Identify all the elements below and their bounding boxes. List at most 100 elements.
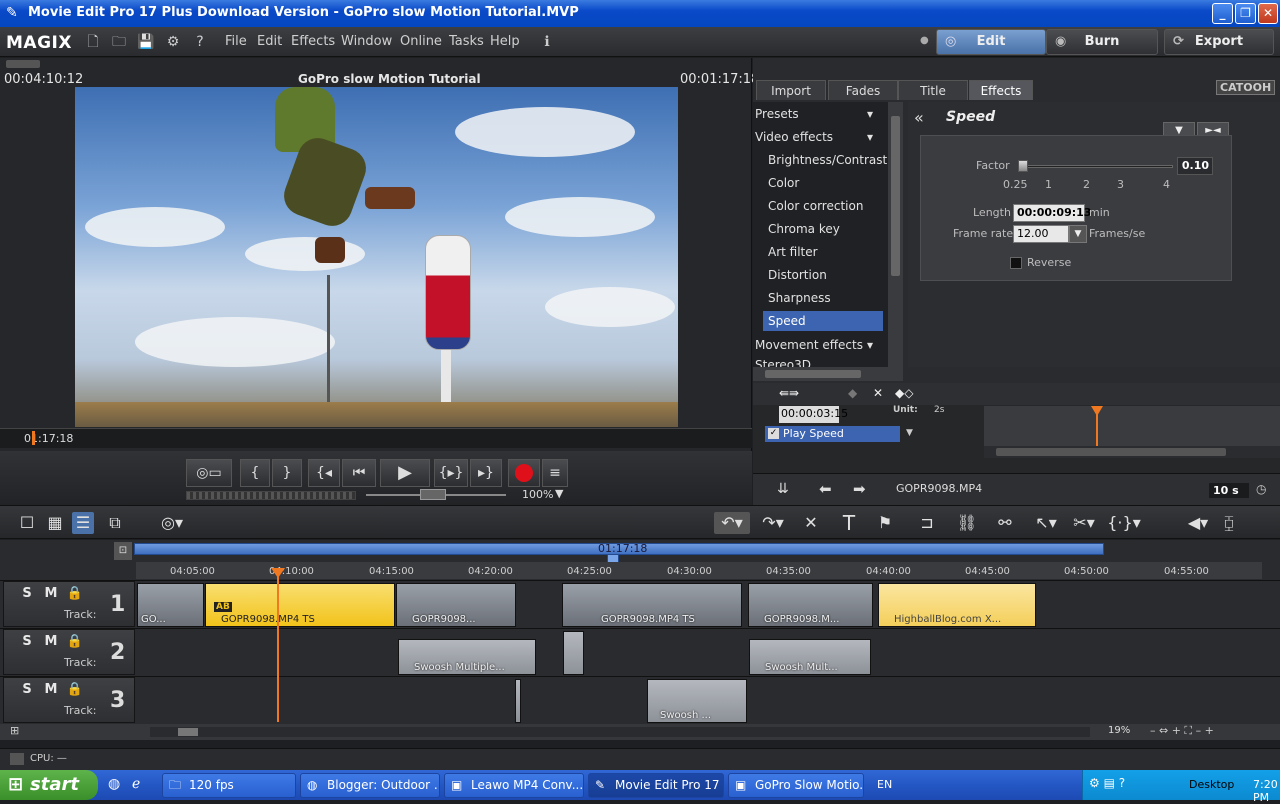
storyboard-mode-icon[interactable]: ☐ bbox=[16, 512, 38, 534]
task-120fps[interactable]: 🗀 120 fps bbox=[162, 773, 296, 798]
timeline-mode-icon[interactable]: ☰ bbox=[72, 512, 94, 534]
add-track-icon[interactable]: ⊞ bbox=[10, 724, 19, 737]
language-indicator[interactable]: EN bbox=[877, 778, 892, 791]
play-range-button[interactable]: {▸} bbox=[434, 459, 468, 487]
task-gopro-tutorial[interactable]: ▣ GoPro Slow Motio... bbox=[728, 773, 864, 798]
play-speed-checkbox[interactable]: ✓ bbox=[768, 428, 779, 439]
mute-button[interactable]: M bbox=[42, 586, 60, 602]
add-keyframe-icon[interactable]: ◆◇ bbox=[895, 386, 913, 400]
range-tool-icon[interactable]: {·}▾ bbox=[1104, 512, 1144, 534]
cursor-tool-icon[interactable]: ↖▾ bbox=[1030, 512, 1062, 534]
menu-file[interactable]: File bbox=[225, 34, 247, 49]
lock-icon[interactable]: 🔒 bbox=[66, 682, 84, 698]
fx-chroma-key[interactable]: Chroma key bbox=[768, 219, 898, 239]
effects-list-hscrollbar[interactable] bbox=[753, 367, 903, 381]
ie-icon[interactable]: ℯ bbox=[132, 776, 140, 792]
framerate-dropdown-icon[interactable]: ▼ bbox=[1069, 225, 1087, 243]
prev-marker-button[interactable]: {◂ bbox=[308, 459, 340, 487]
keyframe-scrollbar[interactable] bbox=[984, 446, 1280, 458]
scene-overview-icon[interactable]: ▦ bbox=[44, 512, 66, 534]
restore-button[interactable]: ❐ bbox=[1235, 3, 1256, 24]
burn-mode-button[interactable]: ◉ Burn bbox=[1046, 29, 1158, 55]
audio-clip[interactable] bbox=[563, 631, 584, 675]
length-field[interactable]: 00:00:09:13 bbox=[1013, 204, 1091, 222]
timeline-playhead[interactable] bbox=[277, 570, 279, 722]
zoom-dropdown-icon[interactable]: ▼ bbox=[555, 487, 563, 500]
multicam-mode-icon[interactable]: ⧉ bbox=[104, 512, 126, 534]
fx-color[interactable]: Color bbox=[768, 173, 898, 193]
chrome-icon[interactable]: ◍ bbox=[108, 776, 120, 792]
keyframe-diamond-icon[interactable]: ◆ bbox=[848, 386, 857, 400]
lock-icon[interactable]: 🔒 bbox=[66, 634, 84, 650]
monitor-mode-icon[interactable] bbox=[6, 60, 40, 68]
video-effects-item[interactable]: Video effects ▾ bbox=[753, 127, 883, 147]
desktop-toolbar[interactable]: Desktop bbox=[1189, 778, 1234, 791]
back-icon[interactable]: « bbox=[914, 108, 924, 127]
keyframe-playhead-marker[interactable] bbox=[1091, 406, 1103, 416]
tab-effects[interactable]: Effects bbox=[969, 80, 1033, 100]
duration-field[interactable]: 10 s bbox=[1209, 483, 1249, 498]
record-button[interactable] bbox=[508, 459, 540, 487]
nav-forward-icon[interactable]: ➡ bbox=[853, 480, 866, 498]
lock-range-icon[interactable]: ⊡ bbox=[114, 542, 132, 560]
fx-distortion[interactable]: Distortion bbox=[768, 265, 898, 285]
open-folder-icon[interactable]: 🗀 bbox=[110, 33, 128, 51]
next-marker-button[interactable]: ▸} bbox=[470, 459, 502, 487]
close-button[interactable]: ✕ bbox=[1258, 3, 1278, 24]
split-icon[interactable]: ⊐ bbox=[916, 512, 938, 534]
effects-list-scrollbar[interactable] bbox=[888, 102, 903, 367]
video-clip-selected[interactable]: AB GOPR9098.MP4 TS bbox=[205, 583, 395, 627]
prev-keyframe-icon[interactable]: ⇚⇛ bbox=[779, 386, 799, 400]
fx-color-correction[interactable]: Color correction bbox=[768, 196, 898, 216]
delete-icon[interactable]: ✕ bbox=[800, 512, 822, 534]
audio-clip[interactable]: Swoosh Multiple... bbox=[398, 639, 536, 675]
movement-effects-item[interactable]: Movement effects ▾ bbox=[753, 335, 883, 355]
keyframe-graph[interactable] bbox=[984, 406, 1280, 448]
clock-icon[interactable]: ◷ bbox=[1256, 482, 1266, 496]
solo-button[interactable]: S bbox=[18, 586, 36, 602]
export-mode-button[interactable]: ⟳ Export bbox=[1164, 29, 1274, 55]
timeline-hscrollbar[interactable] bbox=[150, 727, 1090, 737]
menu-tasks[interactable]: Tasks bbox=[449, 34, 484, 49]
playhead-marker[interactable] bbox=[271, 568, 285, 578]
catooh-logo[interactable]: CATOOH bbox=[1216, 80, 1276, 95]
play-button[interactable]: ▶ bbox=[380, 459, 430, 487]
framerate-field[interactable]: 12.00 bbox=[1013, 225, 1069, 243]
menu-edit[interactable]: Edit bbox=[257, 34, 282, 49]
mixer-icon[interactable]: ⧮ bbox=[1218, 512, 1240, 534]
undo-icon[interactable]: ↶▾ bbox=[714, 512, 750, 534]
minimize-button[interactable]: _ bbox=[1212, 3, 1233, 24]
info-icon[interactable]: ℹ bbox=[538, 33, 556, 51]
mute-button[interactable]: M bbox=[42, 682, 60, 698]
title-clip[interactable]: HighballBlog.com X... bbox=[878, 583, 1036, 627]
video-clip[interactable]: GO... bbox=[137, 583, 204, 627]
jog-shuttle[interactable] bbox=[186, 491, 356, 500]
solo-button[interactable]: S bbox=[18, 634, 36, 650]
solo-button[interactable]: S bbox=[18, 682, 36, 698]
monitor-toggle-button[interactable]: ◎▭ bbox=[186, 459, 232, 487]
param-dropdown-icon[interactable]: ▼ bbox=[906, 428, 913, 438]
menu-online[interactable]: Online bbox=[400, 34, 442, 49]
audio-clip[interactable] bbox=[515, 679, 521, 723]
preview-scrubber[interactable]: 01:17:18 bbox=[0, 428, 752, 448]
save-icon[interactable]: 💾 bbox=[137, 33, 155, 51]
task-movie-edit-pro[interactable]: ✎ Movie Edit Pro 17 ... bbox=[588, 773, 724, 798]
delete-keyframe-icon[interactable]: ✕ bbox=[873, 386, 883, 400]
new-file-icon[interactable]: 🗋 bbox=[84, 33, 102, 51]
task-blogger[interactable]: ◍ Blogger: Outdoor ... bbox=[300, 773, 440, 798]
zoom-controls-icon[interactable]: – ⇔ + ⛶ – + bbox=[1150, 724, 1214, 738]
menu-effects[interactable]: Effects bbox=[291, 34, 335, 49]
nav-back-icon[interactable]: ⬅ bbox=[819, 480, 832, 498]
zoom-slider-handle[interactable] bbox=[420, 489, 446, 500]
keyframe-time-field[interactable]: 00:00:03:15 bbox=[779, 406, 848, 423]
factor-slider-handle[interactable] bbox=[1018, 160, 1028, 172]
presets-item[interactable]: Presets ▾ bbox=[753, 104, 883, 124]
video-clip[interactable]: GOPR9098... bbox=[396, 583, 516, 627]
fx-speed[interactable]: Speed bbox=[763, 311, 883, 331]
lock-icon[interactable]: 🔒 bbox=[66, 586, 84, 602]
audio-clip[interactable]: Swoosh ... bbox=[647, 679, 747, 723]
scrub-playhead[interactable] bbox=[32, 431, 35, 445]
settings-icon[interactable]: ⚙ bbox=[164, 33, 182, 51]
redo-icon[interactable]: ↷▾ bbox=[757, 512, 789, 534]
menu-window[interactable]: Window bbox=[341, 34, 392, 49]
